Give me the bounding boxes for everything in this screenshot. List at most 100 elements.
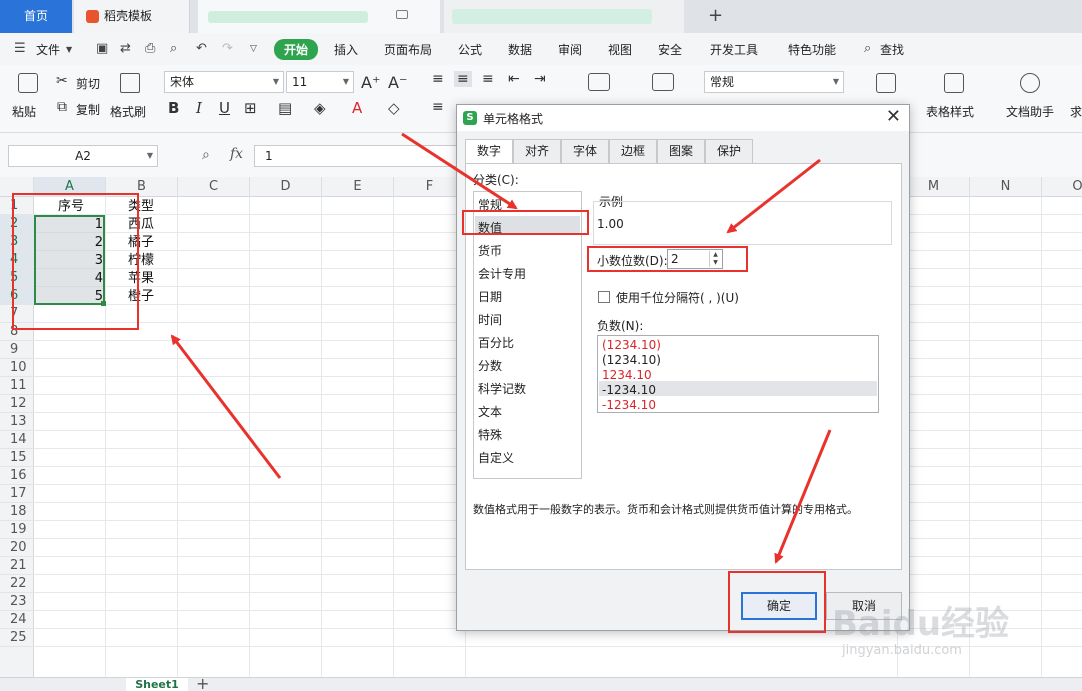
merge-cells-icon[interactable] <box>588 73 610 91</box>
row-header[interactable]: 10 <box>0 359 34 377</box>
sheet-tab-sheet1[interactable]: Sheet1 <box>126 678 188 691</box>
column-header-o[interactable]: O <box>1042 177 1082 197</box>
export-icon[interactable]: ⇄ <box>120 41 131 56</box>
quick-access-more-icon[interactable]: ▽ <box>250 44 257 54</box>
menu-security[interactable]: 安全 <box>658 41 682 58</box>
fx-icon[interactable]: fx <box>230 146 243 162</box>
tab-pattern[interactable]: 图案 <box>657 139 705 163</box>
row-header[interactable]: 12 <box>0 395 34 413</box>
category-item[interactable]: 特殊 <box>478 426 502 443</box>
negative-option[interactable]: -1234.10 <box>602 398 656 412</box>
category-item[interactable]: 会计专用 <box>478 265 526 282</box>
row-header[interactable]: 13 <box>0 413 34 431</box>
scissors-icon[interactable]: ✂ <box>56 73 68 89</box>
new-tab-button[interactable]: + <box>708 4 723 28</box>
tab-protection[interactable]: 保护 <box>705 139 753 163</box>
font-color-icon[interactable]: A <box>352 99 362 117</box>
tab-template[interactable]: 稻壳模板 <box>74 0 190 33</box>
column-header-n[interactable]: N <box>970 177 1042 197</box>
cut-label[interactable]: 剪切 <box>76 75 100 92</box>
negative-option[interactable]: 1234.10 <box>602 368 652 382</box>
number-format-select[interactable]: 常规 ▼ <box>704 71 844 93</box>
column-header-e[interactable]: E <box>322 177 394 197</box>
paste-icon[interactable] <box>18 73 38 93</box>
menu-data[interactable]: 数据 <box>508 41 532 58</box>
table-style-label[interactable]: 表格样式 <box>926 103 974 120</box>
print-preview-icon[interactable]: ⌕ <box>170 41 177 56</box>
category-item[interactable]: 自定义 <box>478 449 514 466</box>
menu-developer[interactable]: 开发工具 <box>710 41 758 58</box>
format-painter-icon[interactable] <box>120 73 140 93</box>
row-header[interactable]: 19 <box>0 521 34 539</box>
column-header-c[interactable]: C <box>178 177 250 197</box>
clear-format-icon[interactable]: ◇ <box>388 99 400 117</box>
bold-icon[interactable]: B <box>168 99 179 117</box>
row-header[interactable]: 11 <box>0 377 34 395</box>
font-grow-icon[interactable]: A⁺ <box>361 73 380 92</box>
row-header[interactable]: 15 <box>0 449 34 467</box>
tab-other-document[interactable] <box>444 0 684 33</box>
menu-review[interactable]: 审阅 <box>558 41 582 58</box>
category-item[interactable]: 科学记数 <box>478 380 526 397</box>
row-header[interactable]: 24 <box>0 611 34 629</box>
copy-label[interactable]: 复制 <box>76 101 100 118</box>
add-sheet-button[interactable]: + <box>196 674 209 691</box>
hamburger-icon[interactable]: ☰ <box>14 41 26 56</box>
dialog-title-bar[interactable]: S 单元格格式 ✕ <box>457 105 909 131</box>
name-box[interactable]: A2 ▼ <box>8 145 158 167</box>
category-item[interactable]: 文本 <box>478 403 502 420</box>
redo-icon[interactable]: ↷ <box>222 41 233 56</box>
align-bottom-icon[interactable]: ≡ <box>482 71 494 87</box>
row-header[interactable]: 14 <box>0 431 34 449</box>
row-header[interactable]: 17 <box>0 485 34 503</box>
align-middle-icon[interactable]: ≡ <box>454 71 472 87</box>
wrap-text-icon[interactable] <box>652 73 674 91</box>
menu-formula[interactable]: 公式 <box>458 41 482 58</box>
doc-helper-icon[interactable] <box>1020 73 1040 93</box>
column-header-d[interactable]: D <box>250 177 322 197</box>
row-header[interactable]: 18 <box>0 503 34 521</box>
row-header[interactable]: 21 <box>0 557 34 575</box>
row-header[interactable]: 25 <box>0 629 34 647</box>
tab-border[interactable]: 边框 <box>609 139 657 163</box>
print-icon[interactable]: ⎙ <box>145 41 155 56</box>
table-style-icon[interactable] <box>944 73 964 93</box>
indent-decrease-icon[interactable]: ⇤ <box>508 71 520 87</box>
menu-file[interactable]: 文件 <box>36 41 60 58</box>
tab-font[interactable]: 字体 <box>561 139 609 163</box>
negative-option[interactable]: (1234.10) <box>602 353 661 367</box>
tab-current-document[interactable] <box>198 0 626 33</box>
align-left-icon[interactable]: ≡ <box>432 99 444 115</box>
tab-number[interactable]: 数字 <box>465 139 513 164</box>
indent-increase-icon[interactable]: ⇥ <box>534 71 546 87</box>
row-header[interactable]: 23 <box>0 593 34 611</box>
font-size-select[interactable]: 11 ▼ <box>286 71 354 93</box>
negative-numbers-list[interactable]: (1234.10) (1234.10) 1234.10 -1234.10 -12… <box>597 335 879 413</box>
format-painter-label[interactable]: 格式刷 <box>110 103 146 120</box>
italic-icon[interactable]: I <box>196 99 202 117</box>
category-item[interactable]: 日期 <box>478 288 502 305</box>
menu-start[interactable]: 开始 <box>274 39 319 60</box>
menu-page-layout[interactable]: 页面布局 <box>384 41 432 58</box>
row-header[interactable]: 9 <box>0 341 34 359</box>
thousand-separator-label[interactable]: 使用千位分隔符( , )(U) <box>616 289 739 306</box>
undo-icon[interactable]: ↶ <box>196 41 207 56</box>
fill-color-icon[interactable]: ◈ <box>314 99 326 117</box>
font-name-select[interactable]: 宋体 ▼ <box>164 71 284 93</box>
category-item[interactable]: 百分比 <box>478 334 514 351</box>
conditional-format-icon[interactable] <box>876 73 896 93</box>
menu-special[interactable]: 特色功能 <box>788 41 836 58</box>
chevron-down-icon[interactable]: ▼ <box>66 45 72 54</box>
negative-option-selected[interactable]: -1234.10 <box>602 383 656 397</box>
monitor-icon[interactable] <box>396 10 408 19</box>
save-icon[interactable]: ▣ <box>96 41 108 56</box>
align-top-icon[interactable]: ≡ <box>432 71 444 87</box>
close-icon[interactable]: ✕ <box>886 107 901 127</box>
thousand-separator-checkbox[interactable] <box>598 291 610 303</box>
paste-label[interactable]: 粘贴 <box>12 103 36 120</box>
tab-home[interactable]: 首页 <box>0 0 72 33</box>
row-header[interactable]: 16 <box>0 467 34 485</box>
underline-icon[interactable]: U <box>219 99 230 117</box>
search-icon[interactable]: ⌕ <box>864 41 871 56</box>
row-header[interactable]: 20 <box>0 539 34 557</box>
